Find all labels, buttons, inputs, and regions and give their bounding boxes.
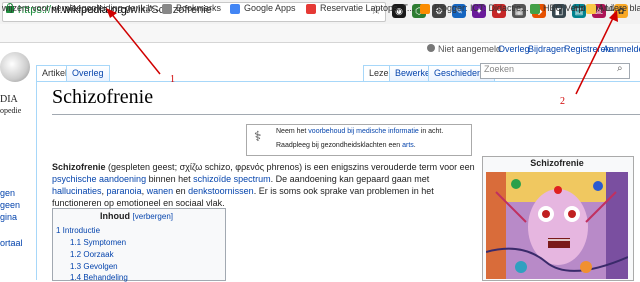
annotation-overlay [106,8,618,95]
annotation-arrowhead-2 [609,10,618,22]
annotation-label-2: 2 [560,96,565,107]
annotation-arrowhead-1 [106,8,117,18]
annotation-label-1: 1 [170,74,175,85]
annotation-arrow-2 [575,15,615,95]
annotation-arrow-1 [109,11,161,75]
